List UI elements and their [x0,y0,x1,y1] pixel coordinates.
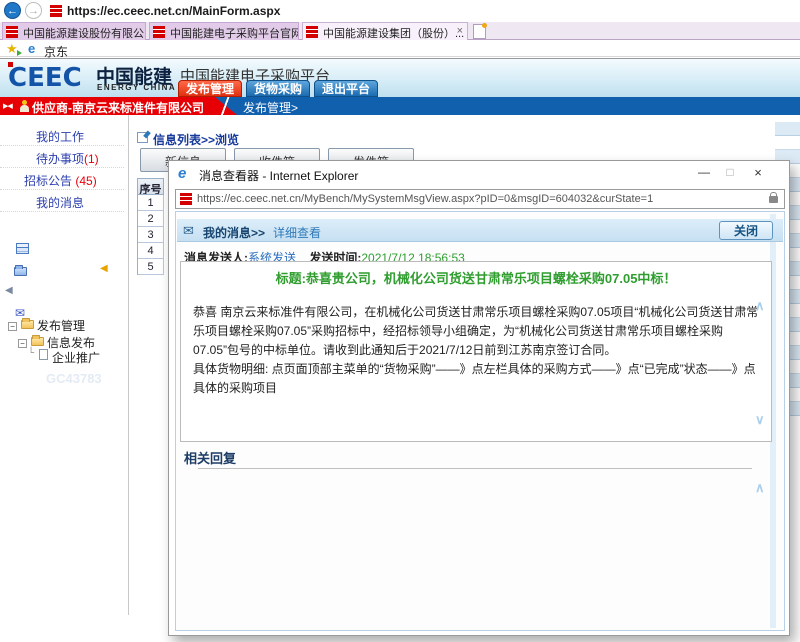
folder-open-icon [14,267,27,276]
tree-expand-icon[interactable]: − [8,322,17,331]
tree-corner-icon: └ [28,348,34,359]
user-icon [20,100,29,112]
table-row[interactable]: 4 [138,243,164,259]
dialog-titlebar[interactable]: e 消息查看器 - Internet Explorer — □ × [169,161,789,187]
site-header: CEEC 中国能建 ENERGY CHINA 中国能建电子采购平台 发布管理 货… [0,58,800,97]
browser-tab-2[interactable]: 中国能建电子采购平台官网 [149,22,299,40]
folder-icon [31,337,44,346]
tree-item-enterprise-promo[interactable]: 企业推广 [52,349,100,366]
lock-icon [769,196,778,203]
notice-count: (45) [75,174,96,188]
mail-icon: ✉ [183,223,194,239]
chevron-up-icon[interactable]: ∧ [755,480,765,496]
detail-view-link[interactable]: 详细查看 [273,224,321,241]
address-bar[interactable]: https://ec.ceec.net.cn/MainForm.aspx [67,4,280,18]
sidebar-item-tender-notice[interactable]: 招标公告 (45) [0,168,124,190]
ceec-favicon [180,193,192,205]
ie-icon: e [178,165,186,182]
list-title: 信息列表>>浏览 [153,131,239,148]
forward-icon: → [28,5,39,17]
ceec-favicon [153,26,165,38]
browser-tab-3-active[interactable]: 中国能源建设集团（股份）... × [302,22,468,40]
logo-english: ENERGY CHINA [97,83,176,92]
browser-toolbar: ← → https://ec.ceec.net.cn/MainForm.aspx [0,0,800,22]
close-button[interactable]: 关闭 [719,221,773,240]
back-button[interactable]: ← [4,2,21,19]
nav-tab-exit[interactable]: 退出平台 [314,80,378,97]
close-window-button[interactable]: × [749,165,767,180]
folder-icon [21,320,34,329]
screen: ← → https://ec.ceec.net.cn/MainForm.aspx… [0,0,800,642]
sidebar: 我的工作 待办事项(1) ◀ ◀ 招标公告 (45) ✉ 我的消息 − 发布管理… [0,115,129,615]
close-tab-icon[interactable]: × [457,25,463,37]
table-row[interactable]: 3 [138,227,164,243]
ie-icon: e [28,41,35,56]
todo-count: (1) [84,152,99,166]
supplier-name: 供应商-南京云来标准件有限公司 [32,99,204,116]
table-row[interactable]: 2 [138,211,164,227]
page-icon [39,349,48,360]
table-row[interactable]: 5 [138,259,164,275]
work-grid-icon [16,243,29,254]
ceec-favicon [50,5,62,17]
sidebar-item-my-messages[interactable]: 我的消息 [0,190,124,212]
collapse-sidebar-icon[interactable]: ▶◀ [3,102,12,110]
tree-expand-icon[interactable]: − [18,339,27,348]
chevron-up-icon[interactable]: ∧ [755,298,765,314]
my-messages-label: 我的消息>> [203,224,265,241]
divider [198,468,752,469]
message-paragraph: 恭喜 南京云来标准件有限公司，在机械化公司货送甘肃常乐项目螺栓采购07.05项目… [193,303,759,360]
divider [218,97,232,115]
minimize-button[interactable]: — [695,165,713,179]
favorites-bar: ★ e 京东 [0,40,800,57]
message-header-bar: ✉ 我的消息>> 详细查看 关闭 [177,219,783,242]
ceec-logo: CEEC [8,63,82,93]
message-body: 恭喜 南京云来标准件有限公司，在机械化公司货送甘肃常乐项目螺栓采购07.05项目… [193,303,759,398]
horn-icon: ◀ [100,263,108,274]
tab-label: 中国能源建设股份有限公司 [23,28,146,40]
speaker-icon: ◀ [5,285,13,296]
message-body-box: 标题:恭喜贵公司，机械化公司货送甘肃常乐项目螺栓采购07.05中标！ 恭喜 南京… [180,261,772,442]
nav-tab-goods[interactable]: 货物采购 [246,80,310,97]
dialog-content: ✉ 我的消息>> 详细查看 关闭 消息发送人:系统发送 发送时间:2021/7/… [175,211,785,631]
tab-label: 中国能源建设集团（股份）... [323,28,464,40]
related-replies-title: 相关回复 [184,448,236,467]
favorites-star-icon[interactable]: ★ [6,41,18,57]
list-edit-icon [137,132,148,143]
browser-tab-1[interactable]: 中国能源建设股份有限公司 [2,22,146,40]
maximize-button[interactable]: □ [721,165,739,179]
new-tab-button[interactable] [473,24,486,39]
back-icon: ← [7,5,18,17]
ceec-favicon [6,26,18,38]
table-header-seq: 序号 [138,178,164,195]
forward-button[interactable]: → [25,2,42,19]
ceec-favicon [306,26,318,38]
chevron-down-icon[interactable]: ∨ [755,412,765,428]
dialog-url: https://ec.ceec.net.cn/MyBench/MySystemM… [197,193,653,205]
tab-bar: 中国能源建设股份有限公司 中国能建电子采购平台官网 中国能源建设集团（股份）..… [0,22,800,40]
dialog-address-bar: https://ec.ceec.net.cn/MyBench/MySystemM… [175,189,785,209]
sidebar-item-todo[interactable]: 待办事项(1) [0,146,124,168]
tree-item-publish-mgmt[interactable]: 发布管理 [37,317,85,334]
table-row[interactable]: 1 [138,195,164,211]
watermark: GC43783 [46,371,102,386]
sidebar-item-my-work[interactable]: 我的工作 [0,124,124,146]
breadcrumb: 发布管理> [243,99,298,116]
breadcrumb-bar: ▶◀ 供应商-南京云来标准件有限公司 发布管理> [0,97,800,115]
message-paragraph: 具体货物明细: 点页面顶部主菜单的“货物采购”——》点左栏具体的采购方式——》点… [193,360,759,398]
tab-label: 中国能建电子采购平台官网 [170,28,299,40]
message-table: 序号 1 2 3 4 5 [137,178,164,275]
nav-tab-publish[interactable]: 发布管理 [178,80,242,97]
message-title: 标题:恭喜贵公司，机械化公司货送甘肃常乐项目螺栓采购07.05中标！ [181,268,771,287]
dialog-title: 消息查看器 - Internet Explorer [199,167,358,184]
message-viewer-dialog: e 消息查看器 - Internet Explorer — □ × https:… [168,160,790,636]
